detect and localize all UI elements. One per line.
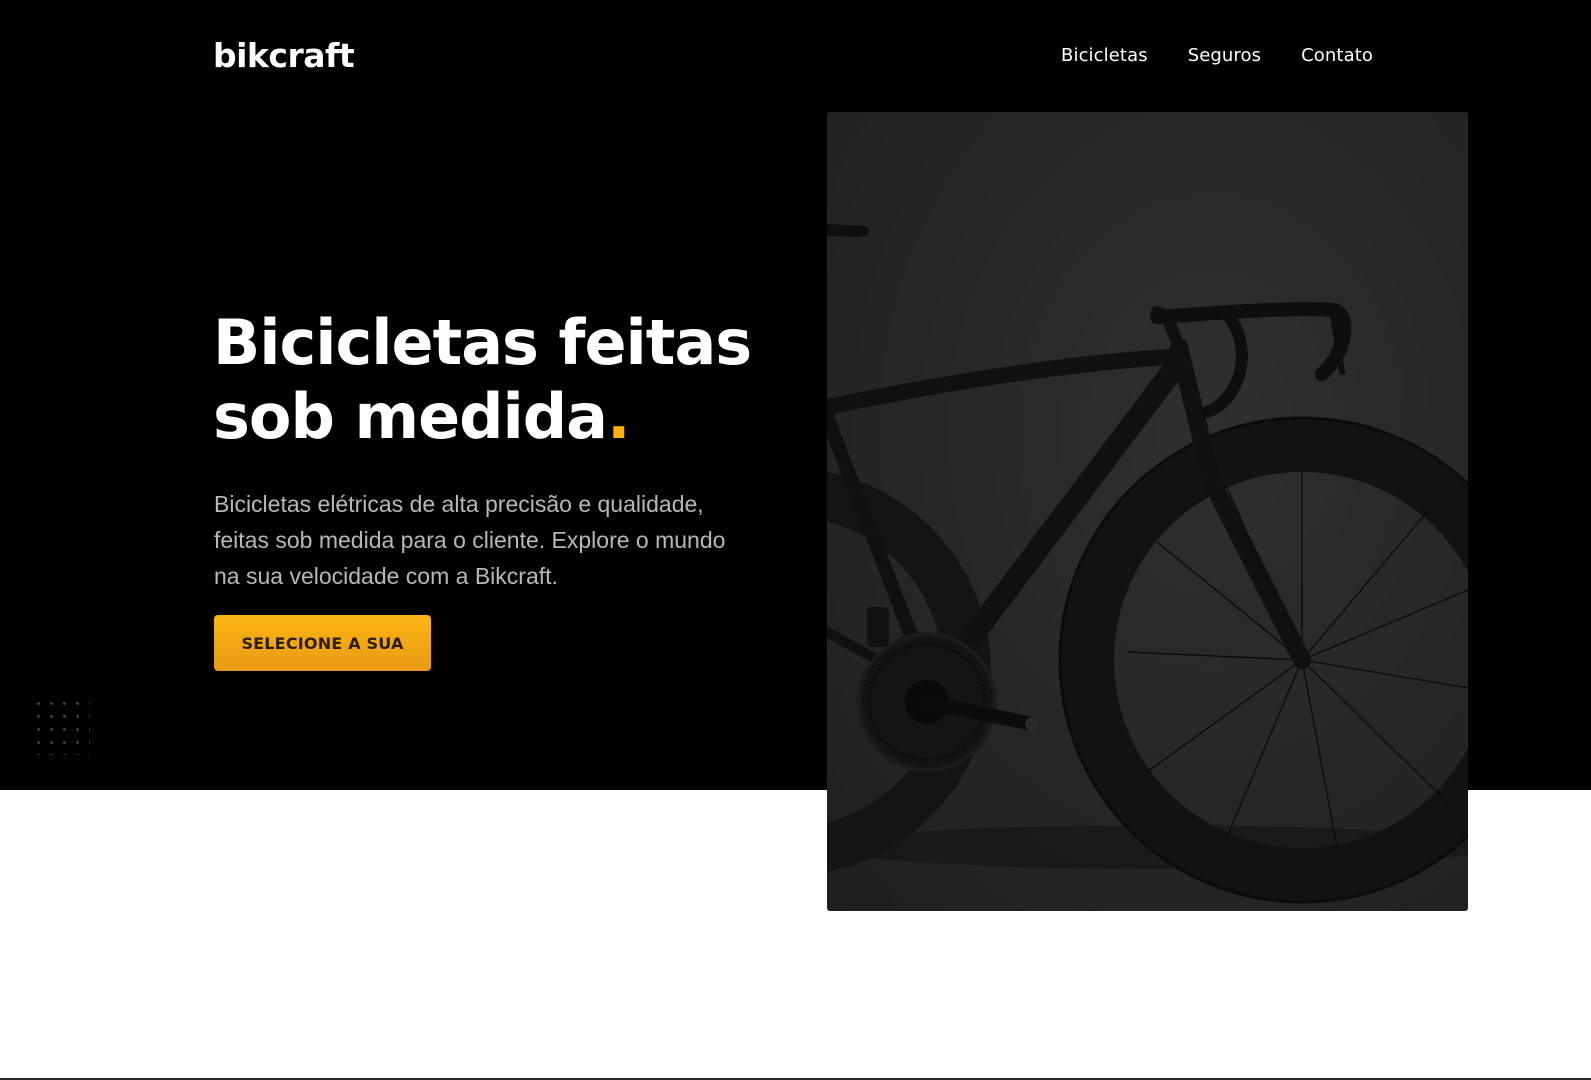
bike-photo xyxy=(827,112,1468,911)
nav-link-seguros[interactable]: Seguros xyxy=(1188,45,1261,66)
hero-headline: Bicicletas feitas sob medida. xyxy=(213,306,773,454)
logo[interactable]: bikcraft xyxy=(213,36,355,75)
nav-item-contato: Contato xyxy=(1301,45,1373,66)
headline-accent-dot: . xyxy=(606,380,631,453)
headline-line-2: sob medida xyxy=(213,380,608,453)
headline-line-1: Bicicletas feitas xyxy=(213,306,752,379)
nav-link-bicicletas[interactable]: Bicicletas xyxy=(1061,45,1148,66)
nav-link-contato[interactable]: Contato xyxy=(1301,45,1373,66)
site-header: bikcraft Bicicletas Seguros Contato xyxy=(213,34,1373,76)
hero-description: Bicicletas elétricas de alta precisão e … xyxy=(214,491,726,589)
dot-pattern-decoration xyxy=(32,697,90,755)
bike-illustration xyxy=(827,224,1468,904)
select-bike-button[interactable]: SELECIONE A SUA xyxy=(214,615,431,671)
nav-item-seguros: Seguros xyxy=(1188,45,1261,66)
main-nav: Bicicletas Seguros Contato xyxy=(1061,45,1373,66)
nav-item-bicicletas: Bicicletas xyxy=(1061,45,1148,66)
